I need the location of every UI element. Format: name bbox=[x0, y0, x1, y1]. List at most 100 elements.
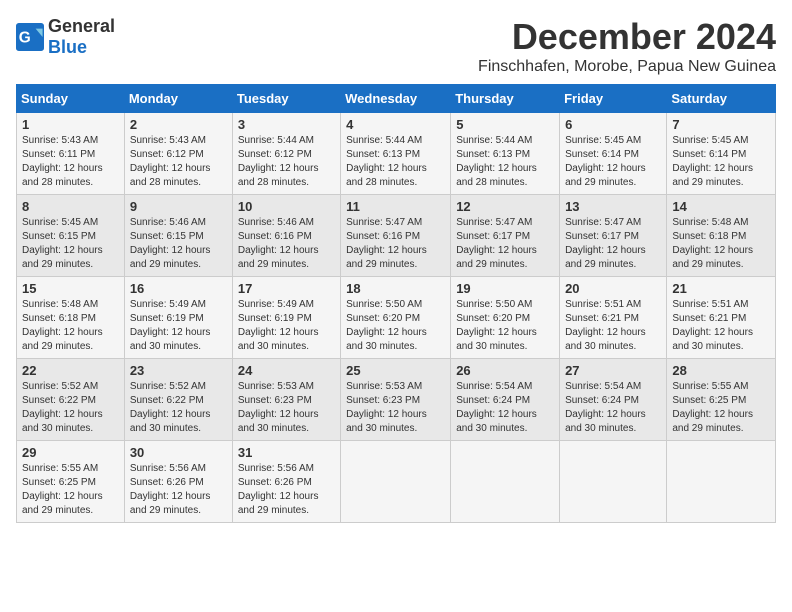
day-number: 31 bbox=[238, 445, 335, 460]
day-number: 6 bbox=[565, 117, 661, 132]
day-number: 15 bbox=[22, 281, 119, 296]
day-info: Sunrise: 5:45 AMSunset: 6:15 PMDaylight:… bbox=[22, 216, 119, 272]
location-title: Finschhafen, Morobe, Papua New Guinea bbox=[478, 58, 776, 76]
day-number: 28 bbox=[672, 363, 770, 378]
calendar-cell bbox=[667, 441, 776, 523]
day-info: Sunrise: 5:55 AMSunset: 6:25 PMDaylight:… bbox=[22, 462, 119, 518]
day-info: Sunrise: 5:52 AMSunset: 6:22 PMDaylight:… bbox=[22, 380, 119, 436]
calendar-cell: 29 Sunrise: 5:55 AMSunset: 6:25 PMDayligh… bbox=[17, 441, 125, 523]
day-number: 9 bbox=[130, 199, 227, 214]
day-info: Sunrise: 5:49 AMSunset: 6:19 PMDaylight:… bbox=[130, 298, 227, 354]
day-number: 19 bbox=[456, 281, 554, 296]
day-number: 26 bbox=[456, 363, 554, 378]
day-info: Sunrise: 5:50 AMSunset: 6:20 PMDaylight:… bbox=[456, 298, 554, 354]
day-number: 17 bbox=[238, 281, 335, 296]
day-number: 21 bbox=[672, 281, 770, 296]
calendar-cell: 21 Sunrise: 5:51 AMSunset: 6:21 PMDayligh… bbox=[667, 277, 776, 359]
calendar-cell: 2Sunrise: 5:43 AMSunset: 6:12 PMDaylight… bbox=[124, 113, 232, 195]
day-info: Sunrise: 5:48 AMSunset: 6:18 PMDaylight:… bbox=[22, 298, 119, 354]
header: G General Blue December 2024 Finschhafen… bbox=[16, 16, 776, 76]
calendar-header-row: SundayMondayTuesdayWednesdayThursdayFrid… bbox=[17, 85, 776, 113]
calendar-cell: 25Sunrise: 5:53 AMSunset: 6:23 PMDayligh… bbox=[341, 359, 451, 441]
day-number: 4 bbox=[346, 117, 445, 132]
day-of-week-tuesday: Tuesday bbox=[232, 85, 340, 113]
calendar-week-row: 8 Sunrise: 5:45 AMSunset: 6:15 PMDaylight… bbox=[17, 195, 776, 277]
day-info: Sunrise: 5:55 AMSunset: 6:25 PMDaylight:… bbox=[672, 380, 770, 436]
calendar-cell: 4Sunrise: 5:44 AMSunset: 6:13 PMDaylight… bbox=[341, 113, 451, 195]
day-info: Sunrise: 5:56 AMSunset: 6:26 PMDaylight:… bbox=[238, 462, 335, 518]
day-info: Sunrise: 5:46 AMSunset: 6:16 PMDaylight:… bbox=[238, 216, 335, 272]
calendar-cell: 20Sunrise: 5:51 AMSunset: 6:21 PMDayligh… bbox=[560, 277, 667, 359]
logo-general: General bbox=[48, 16, 115, 36]
calendar-cell: 10 Sunrise: 5:46 AMSunset: 6:16 PMDayligh… bbox=[232, 195, 340, 277]
day-info: Sunrise: 5:45 AMSunset: 6:14 PMDaylight:… bbox=[565, 134, 661, 190]
day-info: Sunrise: 5:49 AMSunset: 6:19 PMDaylight:… bbox=[238, 298, 335, 354]
day-info: Sunrise: 5:47 AMSunset: 6:16 PMDaylight:… bbox=[346, 216, 445, 272]
calendar-cell: 8 Sunrise: 5:45 AMSunset: 6:15 PMDaylight… bbox=[17, 195, 125, 277]
calendar-cell: 13 Sunrise: 5:47 AMSunset: 6:17 PMDayligh… bbox=[560, 195, 667, 277]
day-number: 16 bbox=[130, 281, 227, 296]
day-number: 13 bbox=[565, 199, 661, 214]
calendar-cell: 31 Sunrise: 5:56 AMSunset: 6:26 PMDayligh… bbox=[232, 441, 340, 523]
calendar-week-row: 22 Sunrise: 5:52 AMSunset: 6:22 PMDayligh… bbox=[17, 359, 776, 441]
calendar-cell bbox=[451, 441, 560, 523]
title-block: December 2024 Finschhafen, Morobe, Papua… bbox=[478, 16, 776, 76]
calendar-cell bbox=[560, 441, 667, 523]
day-number: 3 bbox=[238, 117, 335, 132]
logo: G General Blue bbox=[16, 16, 115, 58]
day-number: 2 bbox=[130, 117, 227, 132]
calendar-cell: 30 Sunrise: 5:56 AMSunset: 6:26 PMDayligh… bbox=[124, 441, 232, 523]
day-number: 23 bbox=[130, 363, 227, 378]
calendar-cell: 3 Sunrise: 5:44 AMSunset: 6:12 PMDaylight… bbox=[232, 113, 340, 195]
calendar-cell: 23 Sunrise: 5:52 AMSunset: 6:22 PMDayligh… bbox=[124, 359, 232, 441]
day-info: Sunrise: 5:47 AMSunset: 6:17 PMDaylight:… bbox=[565, 216, 661, 272]
day-of-week-saturday: Saturday bbox=[667, 85, 776, 113]
day-info: Sunrise: 5:53 AMSunset: 6:23 PMDaylight:… bbox=[238, 380, 335, 436]
calendar-cell: 22 Sunrise: 5:52 AMSunset: 6:22 PMDayligh… bbox=[17, 359, 125, 441]
day-info: Sunrise: 5:54 AMSunset: 6:24 PMDaylight:… bbox=[456, 380, 554, 436]
day-info: Sunrise: 5:48 AMSunset: 6:18 PMDaylight:… bbox=[672, 216, 770, 272]
day-number: 24 bbox=[238, 363, 335, 378]
calendar-cell: 19 Sunrise: 5:50 AMSunset: 6:20 PMDayligh… bbox=[451, 277, 560, 359]
day-of-week-wednesday: Wednesday bbox=[341, 85, 451, 113]
day-number: 14 bbox=[672, 199, 770, 214]
day-number: 25 bbox=[346, 363, 445, 378]
calendar-cell: 24 Sunrise: 5:53 AMSunset: 6:23 PMDayligh… bbox=[232, 359, 340, 441]
calendar-cell: 15 Sunrise: 5:48 AMSunset: 6:18 PMDayligh… bbox=[17, 277, 125, 359]
calendar-cell bbox=[341, 441, 451, 523]
day-number: 1 bbox=[22, 117, 119, 132]
day-number: 12 bbox=[456, 199, 554, 214]
day-number: 30 bbox=[130, 445, 227, 460]
day-number: 27 bbox=[565, 363, 661, 378]
day-number: 11 bbox=[346, 199, 445, 214]
calendar-week-row: 29 Sunrise: 5:55 AMSunset: 6:25 PMDayligh… bbox=[17, 441, 776, 523]
day-of-week-friday: Friday bbox=[560, 85, 667, 113]
day-number: 29 bbox=[22, 445, 119, 460]
calendar: SundayMondayTuesdayWednesdayThursdayFrid… bbox=[16, 84, 776, 523]
day-info: Sunrise: 5:50 AMSunset: 6:20 PMDaylight:… bbox=[346, 298, 445, 354]
day-number: 7 bbox=[672, 117, 770, 132]
calendar-cell: 12Sunrise: 5:47 AMSunset: 6:17 PMDayligh… bbox=[451, 195, 560, 277]
calendar-cell: 9Sunrise: 5:46 AMSunset: 6:15 PMDaylight… bbox=[124, 195, 232, 277]
logo-text: General Blue bbox=[48, 16, 115, 58]
day-info: Sunrise: 5:52 AMSunset: 6:22 PMDaylight:… bbox=[130, 380, 227, 436]
calendar-cell: 16 Sunrise: 5:49 AMSunset: 6:19 PMDayligh… bbox=[124, 277, 232, 359]
day-info: Sunrise: 5:51 AMSunset: 6:21 PMDaylight:… bbox=[565, 298, 661, 354]
calendar-cell: 11 Sunrise: 5:47 AMSunset: 6:16 PMDayligh… bbox=[341, 195, 451, 277]
calendar-week-row: 15 Sunrise: 5:48 AMSunset: 6:18 PMDayligh… bbox=[17, 277, 776, 359]
calendar-cell: 28 Sunrise: 5:55 AMSunset: 6:25 PMDayligh… bbox=[667, 359, 776, 441]
day-info: Sunrise: 5:43 AMSunset: 6:11 PMDaylight:… bbox=[22, 134, 119, 190]
logo-blue: Blue bbox=[48, 37, 87, 57]
month-title: December 2024 bbox=[478, 16, 776, 58]
day-of-week-sunday: Sunday bbox=[17, 85, 125, 113]
day-info: Sunrise: 5:54 AMSunset: 6:24 PMDaylight:… bbox=[565, 380, 661, 436]
day-info: Sunrise: 5:44 AMSunset: 6:12 PMDaylight:… bbox=[238, 134, 335, 190]
day-number: 10 bbox=[238, 199, 335, 214]
calendar-cell: 7Sunrise: 5:45 AMSunset: 6:14 PMDaylight… bbox=[667, 113, 776, 195]
logo-icon: G bbox=[16, 23, 44, 51]
day-info: Sunrise: 5:51 AMSunset: 6:21 PMDaylight:… bbox=[672, 298, 770, 354]
day-number: 8 bbox=[22, 199, 119, 214]
day-info: Sunrise: 5:56 AMSunset: 6:26 PMDaylight:… bbox=[130, 462, 227, 518]
day-info: Sunrise: 5:44 AMSunset: 6:13 PMDaylight:… bbox=[456, 134, 554, 190]
day-number: 22 bbox=[22, 363, 119, 378]
